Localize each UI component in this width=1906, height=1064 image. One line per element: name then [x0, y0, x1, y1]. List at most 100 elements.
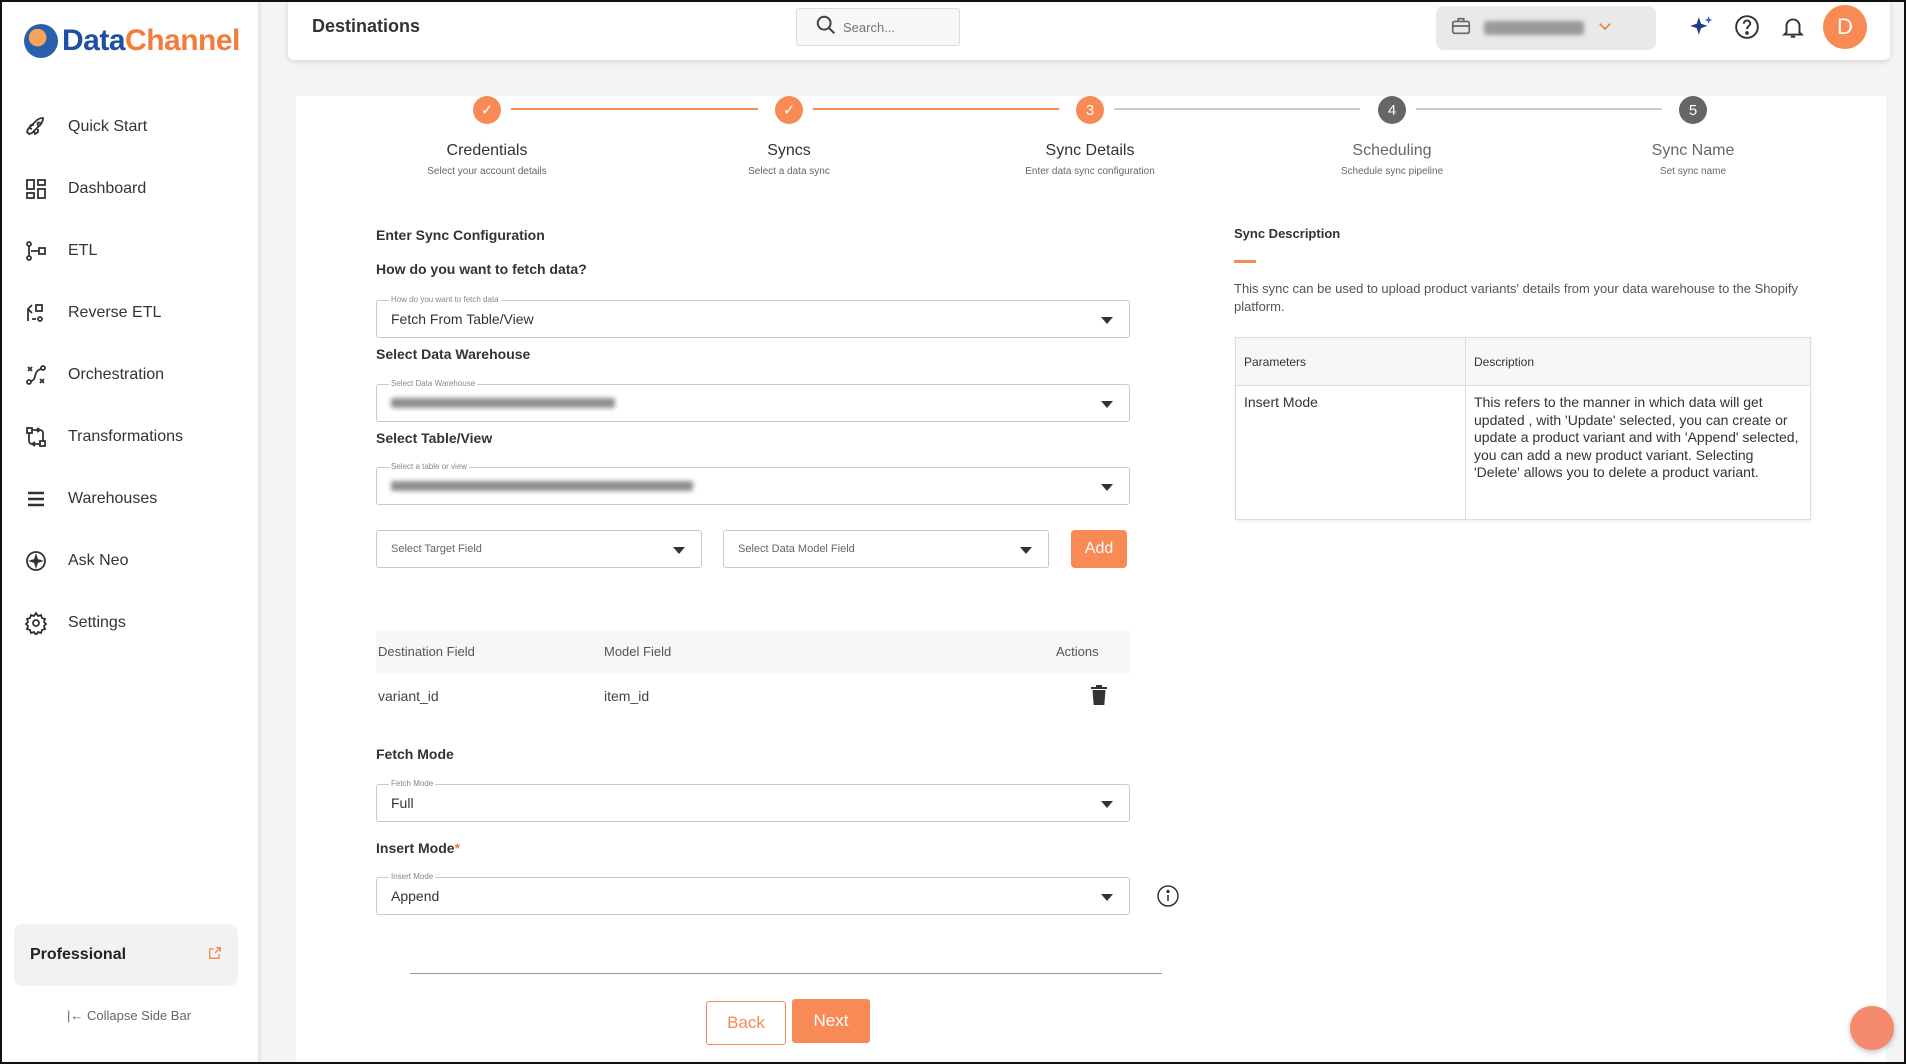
logo-mark-icon — [24, 24, 58, 58]
parameter-cell: Insert Mode — [1235, 385, 1466, 520]
wizard-stepper: ✓ ✓ 3 4 5 Credentials Select your accoun… — [296, 96, 1886, 196]
step-title: Credentials — [446, 142, 528, 159]
sidebar-item-label: ETL — [68, 242, 98, 259]
sparkle-icon[interactable] — [1686, 12, 1716, 42]
caret-down-icon — [1101, 801, 1113, 808]
step-title: Syncs — [767, 142, 811, 159]
collapse-sidebar-button[interactable]: |← Collapse Side Bar — [0, 1008, 258, 1023]
sidebar-item-reverse-etl[interactable]: Reverse ETL — [0, 282, 258, 344]
required-asterisk: * — [454, 840, 461, 856]
add-mapping-button[interactable]: Add — [1071, 530, 1127, 568]
info-icon[interactable] — [1156, 884, 1180, 908]
target-field-select[interactable]: Select Target Field — [376, 530, 702, 568]
data-model-field-placeholder: Select Data Model Field — [738, 543, 855, 555]
table-view-value-redacted — [391, 481, 693, 491]
ask-neo-icon — [24, 549, 48, 573]
column-header-description: Description — [1465, 337, 1811, 386]
fetch-mode-select[interactable]: Fetch Mode Full — [376, 779, 1130, 822]
logo-text: DataChannel — [62, 24, 240, 58]
warehouse-float-label: Select Data Warehouse — [389, 379, 478, 388]
workspace-selector[interactable] — [1436, 6, 1656, 50]
trash-icon[interactable] — [1090, 685, 1108, 708]
sidebar-item-etl[interactable]: ETL — [0, 220, 258, 282]
column-header-actions: Actions — [1056, 644, 1099, 659]
fetch-method-select[interactable]: How do you want to fetch data Fetch From… — [376, 295, 1130, 338]
caret-down-icon — [1101, 484, 1113, 491]
chat-launcher-button[interactable] — [1850, 1006, 1894, 1050]
logo-text-channel: Channel — [125, 24, 240, 57]
fetch-mode-float-label: Fetch Mode — [389, 779, 436, 788]
form-divider — [410, 973, 1162, 974]
column-header-model-field: Model Field — [604, 644, 672, 659]
bell-icon[interactable] — [1778, 12, 1808, 42]
caret-down-icon — [1101, 401, 1113, 408]
caret-down-icon — [1101, 317, 1113, 324]
search-icon — [815, 14, 837, 41]
step-connector — [1416, 108, 1662, 110]
external-link-icon[interactable] — [208, 946, 222, 965]
chevron-down-icon — [1596, 17, 1614, 40]
sidebar-item-ask-neo[interactable]: Ask Neo — [0, 530, 258, 592]
step-title: Scheduling — [1352, 142, 1432, 159]
step-connector — [1114, 108, 1360, 110]
plan-badge[interactable]: Professional — [14, 924, 238, 986]
warehouse-label: Select Data Warehouse — [376, 346, 531, 362]
description-cell: This refers to the manner in which data … — [1465, 385, 1811, 520]
step-title: Sync Details — [1045, 142, 1135, 159]
collapse-sidebar-label: Collapse Side Bar — [86, 1008, 192, 1023]
insert-mode-value: Append — [391, 888, 440, 904]
step-title: Sync Name — [1651, 142, 1735, 159]
form-heading: Enter Sync Configuration — [376, 227, 545, 243]
dashboard-icon — [24, 177, 48, 201]
column-header-destination-field: Destination Field — [378, 644, 475, 659]
model-field-cell: item_id — [604, 688, 650, 704]
settings-icon — [24, 611, 48, 635]
main-panel: ✓ ✓ 3 4 5 Credentials Select your accoun… — [296, 96, 1886, 1064]
briefcase-icon — [1450, 15, 1472, 42]
sidebar-nav: Quick Start Dashboard ETL Reverse ETL Or… — [0, 96, 258, 654]
mapping-table-header: Destination Field Model Field Actions — [376, 630, 1130, 674]
sidebar-item-label: Quick Start — [68, 118, 148, 135]
step-5-number: 5 — [1679, 96, 1707, 124]
column-header-parameters: Parameters — [1235, 337, 1466, 386]
destination-field-cell: variant_id — [378, 688, 439, 704]
sidebar-item-dashboard[interactable]: Dashboard — [0, 158, 258, 220]
step-connector — [813, 108, 1059, 110]
etl-icon — [24, 239, 48, 263]
caret-down-icon — [1020, 547, 1032, 554]
logo-text-data: Data — [62, 24, 126, 57]
search-box[interactable] — [796, 8, 960, 46]
user-avatar[interactable]: D — [1823, 5, 1867, 49]
insert-mode-select[interactable]: Insert Mode Append — [376, 872, 1130, 915]
sidebar-item-label: Dashboard — [68, 180, 147, 197]
step-3-number: 3 — [1076, 96, 1104, 124]
step-4-number: 4 — [1378, 96, 1406, 124]
back-button[interactable]: Back — [706, 1001, 786, 1045]
sidebar-item-label: Warehouses — [68, 490, 158, 507]
step-subtitle: Set sync name — [1659, 166, 1727, 177]
help-icon[interactable] — [1732, 12, 1762, 42]
warehouse-select[interactable]: Select Data Warehouse — [376, 379, 1130, 422]
sync-description-heading: Sync Description — [1234, 226, 1341, 241]
sidebar-item-settings[interactable]: Settings — [0, 592, 258, 654]
sidebar-item-quick-start[interactable]: Quick Start — [0, 96, 258, 158]
step-subtitle: Schedule sync pipeline — [1340, 166, 1444, 177]
sidebar-item-label: Orchestration — [68, 366, 165, 383]
insert-mode-label: Insert Mode* — [376, 840, 460, 856]
step-connector — [511, 108, 758, 110]
sidebar-item-transformations[interactable]: Transformations — [0, 406, 258, 468]
table-row: Insert Mode This refers to the manner in… — [1235, 385, 1811, 520]
step-2-check-icon: ✓ — [775, 96, 803, 124]
fetch-mode-value: Full — [391, 795, 414, 811]
sidebar-item-label: Settings — [68, 614, 126, 631]
sidebar-item-warehouses[interactable]: Warehouses — [0, 468, 258, 530]
search-input[interactable] — [843, 19, 943, 35]
sidebar-item-orchestration[interactable]: Orchestration — [0, 344, 258, 406]
table-view-float-label: Select a table or view — [389, 462, 470, 471]
table-view-select[interactable]: Select a table or view — [376, 462, 1130, 505]
warehouse-value-redacted — [391, 398, 615, 408]
top-header: Destinations D — [288, 0, 1890, 60]
next-button[interactable]: Next — [792, 999, 870, 1043]
datachannel-logo[interactable]: DataChannel — [24, 24, 240, 58]
data-model-field-select[interactable]: Select Data Model Field — [723, 530, 1049, 568]
